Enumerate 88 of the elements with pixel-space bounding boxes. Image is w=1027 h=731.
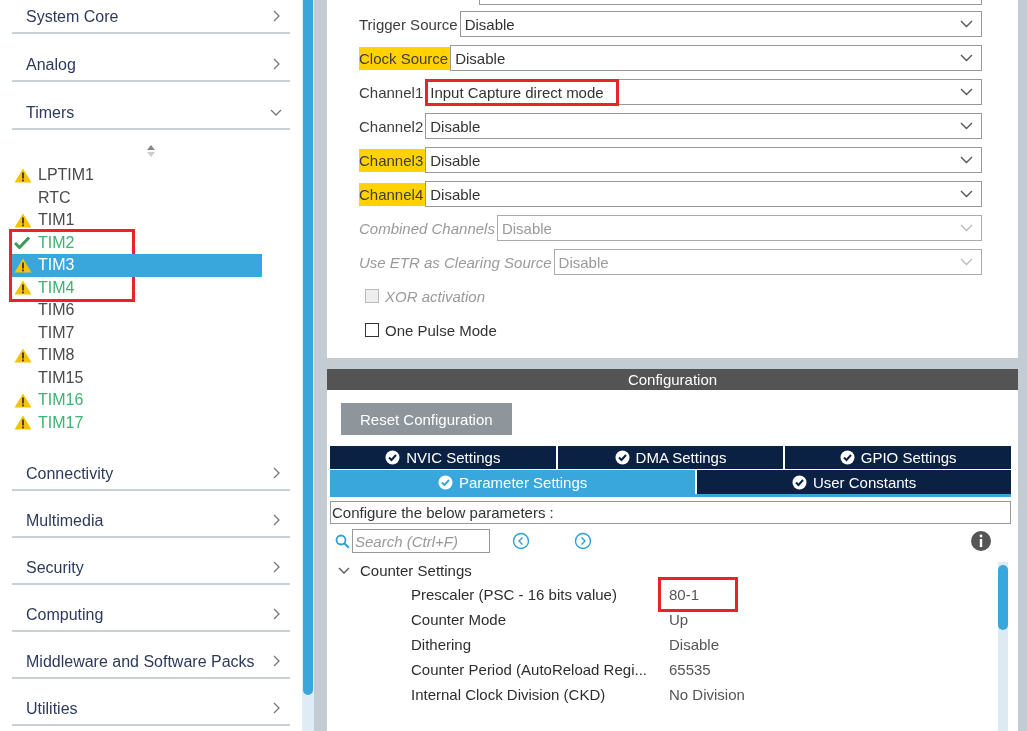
dropdown-field[interactable]: Input Capture direct mode	[425, 79, 982, 105]
check-circle-icon	[839, 450, 855, 465]
checkbox[interactable]	[365, 323, 379, 337]
field-label: Channel3	[359, 148, 426, 172]
dropdown-value: Disable	[500, 218, 553, 239]
parameter-value[interactable]: Up	[667, 611, 691, 628]
parameter-value[interactable]: Disable	[667, 636, 722, 653]
check-circle-icon	[385, 450, 401, 465]
dropdown-field[interactable]	[479, 0, 982, 5]
warning-icon	[14, 280, 32, 296]
previous-icon[interactable]	[512, 532, 530, 550]
parameter-value[interactable]: No Division	[667, 686, 747, 703]
category-header[interactable]: Utilities	[12, 679, 290, 726]
warning-icon	[14, 167, 32, 183]
search-icon	[335, 533, 350, 549]
dropdown-field[interactable]: Disable	[425, 181, 982, 207]
tree-item[interactable]: TIM7	[12, 321, 262, 344]
category-header[interactable]: Timers	[12, 82, 290, 130]
check-icon	[14, 236, 30, 250]
check-circle-icon	[614, 450, 630, 465]
description-field: Configure the below parameters :	[330, 501, 1011, 524]
dropdown-value: Disable	[454, 48, 507, 69]
dropdown-value: Disable	[429, 184, 482, 205]
parameter-name: Internal Clock Division (CKD)	[411, 686, 607, 703]
category-header[interactable]: Computing	[12, 585, 290, 632]
tab[interactable]: DMA Settings	[557, 446, 784, 469]
chevron-down-icon	[960, 54, 973, 62]
dropdown-value: Disable	[557, 252, 610, 273]
warning-icon	[14, 347, 32, 363]
warning-icon	[14, 415, 32, 431]
dropdown-value: Disable	[429, 150, 482, 171]
tree-group[interactable]: Counter Settings	[338, 558, 998, 582]
tab[interactable]: User Constants	[697, 470, 1011, 494]
dropdown-field[interactable]: Disable	[459, 11, 982, 37]
category-header[interactable]: Middleware and Software Packs	[12, 632, 290, 679]
tree-item[interactable]: LPTIM1	[12, 164, 262, 187]
tree-item[interactable]: TIM15	[12, 366, 262, 389]
chevron-down-icon	[960, 20, 973, 28]
dropdown-field[interactable]: Disable	[425, 113, 982, 139]
field-label: Use ETR as Clearing Source	[359, 252, 553, 273]
section-header: Configuration	[327, 369, 1018, 390]
field-label: Channel2	[359, 116, 425, 137]
parameter-name: Prescaler (PSC - 16 bits value)	[411, 586, 618, 603]
chevron-down-icon	[960, 258, 973, 266]
warning-icon	[14, 212, 32, 228]
tree-item[interactable]: TIM8	[12, 344, 262, 367]
warning-icon	[14, 257, 32, 273]
info-icon[interactable]	[971, 531, 991, 551]
checkbox-label: One Pulse Mode	[385, 321, 497, 339]
scrollbar[interactable]	[998, 562, 1008, 731]
dropdown-value: Disable	[463, 14, 516, 35]
search-field[interactable]: Search (Ctrl+F)	[352, 529, 490, 553]
dropdown-field[interactable]: Disable	[425, 147, 982, 173]
tree-item[interactable]: TIM6	[12, 299, 262, 322]
parameter-value[interactable]: 80-1	[667, 586, 702, 603]
chevron-down-icon	[960, 224, 973, 232]
category-header[interactable]: Multimedia	[12, 491, 290, 538]
tree-item[interactable]: TIM1	[12, 209, 262, 232]
tree-item[interactable]: RTC	[12, 186, 262, 209]
category-header[interactable]: System Core	[12, 0, 290, 34]
scrollbar[interactable]	[302, 0, 314, 731]
field-label: Combined Channels	[359, 218, 496, 239]
sort-icon[interactable]	[146, 144, 156, 158]
chevron-down-icon	[960, 88, 973, 96]
dropdown-field[interactable]: Disable	[450, 45, 982, 71]
tab[interactable]: GPIO Settings	[785, 446, 1011, 469]
checkbox-label: XOR activation	[385, 287, 486, 305]
tab[interactable]: NVIC Settings	[330, 446, 556, 469]
category-header[interactable]: Security	[12, 538, 290, 585]
category-header[interactable]: Analog	[12, 34, 290, 82]
field-label: Trigger Source	[359, 14, 459, 35]
next-icon[interactable]	[574, 532, 592, 550]
parameter-name: Counter Mode	[411, 611, 508, 628]
check-circle-icon	[437, 474, 453, 490]
chevron-down-icon	[960, 122, 973, 130]
parameter-value[interactable]: 65535	[667, 661, 713, 678]
dropdown-value: Disable	[429, 116, 482, 137]
chevron-down-icon	[960, 190, 973, 198]
chevron-down-icon	[960, 156, 973, 164]
dropdown-value: Input Capture direct mode	[429, 82, 605, 103]
field-label: Channel1	[359, 82, 425, 103]
warning-icon	[14, 392, 32, 408]
parameter-name: Counter Period (AutoReload Regi...	[411, 661, 648, 678]
field-label: Clock Source	[359, 46, 451, 70]
check-circle-icon	[791, 474, 807, 490]
field-label: Channel4	[359, 182, 426, 206]
category-header[interactable]: Connectivity	[12, 444, 290, 491]
parameter-name: Dithering	[411, 636, 473, 653]
